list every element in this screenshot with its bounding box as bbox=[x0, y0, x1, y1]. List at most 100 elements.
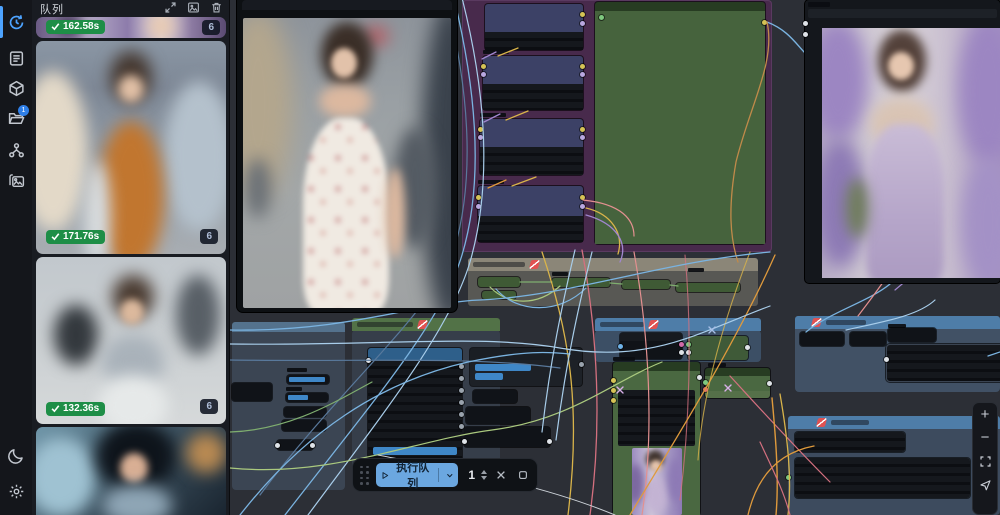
preview-node-street[interactable] bbox=[237, 0, 457, 312]
socket-dot[interactable] bbox=[459, 376, 464, 381]
socket-dot[interactable] bbox=[580, 64, 585, 69]
collapsed-node[interactable] bbox=[850, 332, 886, 346]
socket-dot[interactable] bbox=[884, 357, 889, 362]
socket-dot[interactable] bbox=[697, 375, 702, 380]
graph-node[interactable] bbox=[485, 4, 583, 50]
queue-item-3[interactable]: 132.36s 6 bbox=[36, 257, 226, 424]
collapsed-node[interactable] bbox=[282, 420, 326, 431]
collapsed-node[interactable] bbox=[552, 278, 610, 287]
sidebar-item-gallery[interactable] bbox=[0, 165, 32, 195]
socket-dot[interactable] bbox=[703, 387, 708, 392]
socket-dot[interactable] bbox=[275, 443, 280, 448]
socket-dot[interactable] bbox=[580, 127, 585, 132]
collapsed-node[interactable] bbox=[473, 390, 517, 403]
trash-icon[interactable] bbox=[210, 1, 223, 14]
socket-dot[interactable] bbox=[703, 380, 708, 385]
socket-dot[interactable] bbox=[745, 345, 750, 350]
socket-dot[interactable] bbox=[459, 388, 464, 393]
collapsed-node[interactable] bbox=[478, 277, 520, 287]
sidebar-item-model-library[interactable] bbox=[0, 73, 32, 103]
collapsed-node[interactable] bbox=[888, 328, 936, 342]
group-box-blue-right-1[interactable] bbox=[795, 316, 1000, 392]
socket-dot[interactable] bbox=[803, 21, 808, 26]
socket-dot[interactable] bbox=[580, 135, 585, 140]
queue-item-2[interactable]: 171.76s 6 bbox=[36, 41, 226, 254]
queue-item-1[interactable]: 162.58s 6 bbox=[36, 17, 226, 38]
graph-node[interactable] bbox=[478, 186, 583, 242]
sidebar-item-settings[interactable] bbox=[0, 476, 32, 506]
socket-dot[interactable] bbox=[478, 127, 483, 132]
collapsed-node[interactable] bbox=[464, 427, 550, 447]
collapsed-node[interactable] bbox=[287, 375, 329, 384]
socket-dot[interactable] bbox=[476, 204, 481, 209]
graph-node-green-small[interactable] bbox=[705, 368, 770, 398]
collapsed-node[interactable] bbox=[622, 280, 670, 289]
node-canvas[interactable]: 执行队列 1 + − bbox=[230, 0, 1000, 515]
socket-dot[interactable] bbox=[580, 72, 585, 77]
batch-count[interactable]: 1 bbox=[464, 468, 475, 482]
collapsed-node[interactable] bbox=[277, 440, 313, 450]
collapsed-node[interactable] bbox=[795, 432, 905, 452]
socket-dot[interactable] bbox=[481, 72, 486, 77]
graph-node-widgetbox[interactable] bbox=[886, 344, 1000, 382]
socket-dot[interactable] bbox=[481, 64, 486, 69]
zoom-in-button[interactable]: + bbox=[977, 407, 993, 423]
expand-icon[interactable] bbox=[164, 1, 177, 14]
chevron-down-icon[interactable] bbox=[445, 470, 455, 481]
collapsed-node[interactable] bbox=[286, 393, 328, 402]
sidebar-item-node-library[interactable] bbox=[0, 43, 32, 73]
drag-handle[interactable] bbox=[360, 466, 369, 485]
socket-dot[interactable] bbox=[476, 195, 481, 200]
graph-node-sampler[interactable] bbox=[613, 362, 700, 515]
group-header[interactable] bbox=[788, 416, 1000, 429]
socket-dot[interactable] bbox=[459, 412, 464, 417]
socket-dot[interactable] bbox=[459, 364, 464, 369]
preview-node-wisteria[interactable] bbox=[805, 0, 1000, 283]
socket-dot[interactable] bbox=[310, 443, 315, 448]
socket-dot[interactable] bbox=[580, 21, 585, 26]
socket-dot[interactable] bbox=[611, 388, 616, 393]
socket-dot[interactable] bbox=[462, 439, 467, 444]
socket-dot[interactable] bbox=[459, 424, 464, 429]
graph-node-black[interactable] bbox=[620, 333, 682, 359]
sidebar-item-workflows[interactable]: 1 bbox=[0, 103, 32, 133]
group-header[interactable] bbox=[468, 258, 758, 271]
node-header[interactable] bbox=[808, 9, 997, 18]
socket-dot[interactable] bbox=[579, 362, 584, 367]
run-queue-button[interactable]: 执行队列 bbox=[376, 463, 458, 487]
socket-dot[interactable] bbox=[611, 378, 616, 383]
socket-dot[interactable] bbox=[767, 381, 772, 386]
collapsed-node[interactable] bbox=[284, 407, 326, 417]
group-header-blue[interactable] bbox=[595, 318, 761, 331]
socket-dot[interactable] bbox=[686, 342, 691, 347]
socket-dot[interactable] bbox=[618, 344, 623, 349]
sidebar-item-theme-toggle[interactable] bbox=[0, 440, 32, 470]
socket-dot[interactable] bbox=[580, 195, 585, 200]
socket-dot[interactable] bbox=[599, 15, 604, 20]
sidebar-item-queue-history[interactable] bbox=[0, 7, 32, 37]
graph-node-combos[interactable] bbox=[470, 348, 582, 386]
zoom-out-button[interactable]: − bbox=[977, 430, 993, 446]
batch-count-stepper[interactable] bbox=[481, 470, 487, 480]
socket-dot[interactable] bbox=[547, 439, 552, 444]
graph-node[interactable] bbox=[795, 458, 970, 498]
graph-node-green-small[interactable] bbox=[688, 336, 748, 360]
image-icon[interactable] bbox=[187, 1, 200, 14]
group-header-green[interactable] bbox=[352, 318, 500, 331]
group-box-blue-left[interactable] bbox=[232, 322, 345, 490]
socket-dot[interactable] bbox=[686, 350, 691, 355]
socket-dot[interactable] bbox=[611, 398, 616, 403]
select-mode-button[interactable] bbox=[977, 476, 993, 492]
collapsed-node[interactable] bbox=[800, 332, 844, 346]
socket-dot[interactable] bbox=[762, 20, 767, 25]
socket-dot[interactable] bbox=[679, 342, 684, 347]
collapsed-node[interactable] bbox=[482, 291, 516, 299]
graph-node-green-large[interactable] bbox=[595, 2, 765, 244]
collapsed-node[interactable] bbox=[466, 407, 530, 424]
socket-dot[interactable] bbox=[366, 358, 371, 363]
group-box-blue-right-2[interactable] bbox=[788, 416, 1000, 515]
socket-dot[interactable] bbox=[679, 350, 684, 355]
socket-dot[interactable] bbox=[580, 12, 585, 17]
sidebar-item-node-map[interactable] bbox=[0, 135, 32, 165]
socket-dot[interactable] bbox=[478, 135, 483, 140]
